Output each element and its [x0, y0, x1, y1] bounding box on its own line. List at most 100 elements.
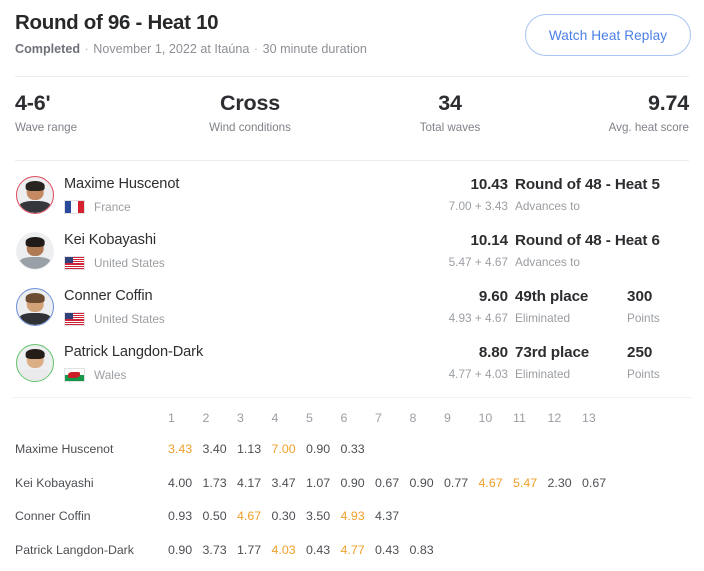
avatar-photo: [17, 233, 53, 269]
stat-wave-range: 4-6' Wave range: [15, 90, 155, 135]
wave-score-cell: 4.17: [237, 475, 262, 490]
flag-wales-icon: [64, 368, 85, 382]
avatar: [16, 176, 54, 214]
athlete-total-score: 10.14: [470, 232, 508, 249]
wave-row-athlete-name: Kei Kobayashi: [15, 475, 94, 490]
wave-score-cell: 7.00: [271, 442, 296, 456]
avatar-photo: [17, 345, 53, 381]
wave-score-cell: 0.50: [202, 509, 227, 523]
wave-row-athlete-name: Conner Coffin: [15, 509, 91, 523]
avatar: [16, 232, 54, 270]
wave-row-athlete-name: Patrick Langdon-Dark: [15, 542, 134, 557]
athlete-result-row[interactable]: Conner Coffin United States 9.60 4.93 + 4.6…: [0, 284, 704, 340]
heat-date: November 1, 2022 at Itaúna: [93, 42, 250, 56]
athlete-outcome-label: Eliminated: [515, 367, 571, 381]
stat-label: Avg. heat score: [608, 121, 689, 134]
wave-score-cell: 1.77: [237, 542, 262, 557]
wave-column-header: 2: [202, 411, 210, 425]
wave-score-cell: 1.73: [202, 475, 227, 490]
wave-score-cell: 4.67: [478, 475, 503, 490]
stat-label: Wave range: [15, 121, 78, 134]
avatar-photo: [17, 289, 53, 325]
wave-row-athlete-name: Maxime Huscenot: [15, 442, 114, 456]
wave-score-cell: 3.50: [306, 509, 331, 523]
wave-score-cell: 0.67: [582, 475, 607, 490]
stat-value: 4-6': [15, 91, 51, 115]
athlete-name: Patrick Langdon-Dark: [64, 344, 204, 360]
wave-score-cell: 4.37: [375, 509, 400, 523]
athlete-results-list: Maxime Huscenot France 10.43 7.00 + 3.43 Rou…: [0, 172, 704, 396]
wave-score-row: Conner Coffin 0.93 0.50 4.67 0.30 3.50 4.93 4.3…: [0, 503, 704, 537]
wave-score-cell: 0.90: [168, 542, 193, 557]
wave-score-cell: 5.47: [513, 475, 538, 490]
wave-score-cell: 0.90: [306, 442, 331, 456]
wave-score-row: Patrick Langdon-Dark 0.90 3.73 1.77 4.03 0.43…: [0, 537, 704, 571]
flag-usa-icon: [64, 312, 85, 326]
wave-score-cell: 4.00: [168, 475, 193, 490]
wave-score-cell: 4.03: [271, 542, 296, 557]
athlete-score-breakdown: 5.47 + 4.67: [448, 255, 508, 269]
wave-column-header: 4: [271, 411, 279, 425]
watch-heat-replay-button[interactable]: Watch Heat Replay: [525, 14, 691, 56]
wave-score-cell: 3.47: [271, 475, 296, 490]
athlete-score-breakdown: 7.00 + 3.43: [448, 199, 508, 213]
athlete-outcome: Round of 48 - Heat 6: [515, 232, 660, 249]
athlete-outcome-label: Advances to: [515, 199, 580, 213]
wave-score-cell: 0.77: [444, 475, 469, 490]
heat-stats-row: 4-6' Wave range Cross Wind conditions 34 Tota…: [0, 90, 704, 150]
athlete-country: United States: [64, 255, 165, 271]
athlete-result-row[interactable]: Maxime Huscenot France 10.43 7.00 + 3.43 Rou…: [0, 172, 704, 228]
athlete-outcome: 49th place: [515, 288, 589, 305]
athlete-result-row[interactable]: Kei Kobayashi United States 10.14 5.47 + 4.…: [0, 228, 704, 284]
wave-score-cell: 4.77: [340, 542, 365, 557]
wave-table-header-row: 1 2 3 4 5 6 7 8 9 10 11 12 13: [0, 410, 704, 436]
wave-column-header: 11: [513, 411, 526, 425]
stat-value: 34: [438, 91, 462, 115]
avatar-photo: [17, 177, 53, 213]
athlete-total-score: 10.43: [470, 176, 508, 193]
stat-wind-conditions: Cross Wind conditions: [170, 90, 330, 135]
wave-column-header: 6: [340, 411, 348, 425]
divider-header: [15, 76, 689, 77]
wave-column-header: 7: [375, 411, 382, 425]
athlete-points: 300: [627, 288, 653, 305]
wave-score-cell: 0.43: [375, 542, 400, 557]
stat-avg-heat-score: 9.74 Avg. heat score: [534, 90, 690, 135]
wave-score-row: Maxime Huscenot 3.43 3.40 1.13 7.00 0.90 0.33: [0, 436, 704, 470]
athlete-result-row[interactable]: Patrick Langdon-Dark Wales 8.80 4.77 + 4.03…: [0, 340, 704, 396]
meta-separator-2: ·: [253, 42, 259, 56]
wave-score-cell: 3.73: [202, 542, 227, 557]
stat-value: 9.74: [647, 91, 689, 115]
wave-score-cell: 4.93: [340, 509, 365, 523]
wave-score-cell: 0.43: [306, 542, 331, 557]
athlete-score-breakdown: 4.93 + 4.67: [448, 311, 508, 325]
wave-column-header: 1: [168, 411, 175, 425]
athlete-outcome-label: Eliminated: [515, 311, 571, 325]
country-name: Wales: [94, 367, 127, 382]
wave-score-cell: 4.67: [237, 509, 262, 523]
athlete-country: United States: [64, 311, 165, 327]
wave-scores-table: 1 2 3 4 5 6 7 8 9 10 11 12 13 Maxime Huscenot 3.43 3.4…: [0, 410, 704, 570]
status-badge: Completed: [15, 42, 81, 56]
athlete-outcome: Round of 48 - Heat 5: [515, 176, 660, 193]
wave-column-header: 13: [582, 411, 596, 425]
wave-score-cell: 0.90: [409, 475, 434, 490]
athlete-country: France: [64, 199, 131, 215]
meta-separator-1: ·: [84, 42, 89, 56]
stat-total-waves: 34 Total waves: [370, 90, 530, 135]
athlete-name: Conner Coffin: [64, 288, 153, 304]
athlete-outcome-label: Advances to: [515, 255, 580, 269]
athlete-points-label: Points: [627, 311, 660, 325]
wave-score-cell: 0.93: [168, 509, 193, 523]
wave-column-header: 3: [237, 411, 244, 425]
divider-stats: [15, 160, 689, 161]
heat-results-page: Round of 96 - Heat 10 Completed · Novemb…: [0, 0, 704, 571]
wave-score-row: Kei Kobayashi 4.00 1.73 4.17 3.47 1.07 0.90 0.6…: [0, 470, 704, 504]
athlete-name: Kei Kobayashi: [64, 232, 156, 248]
wave-column-header: 8: [409, 411, 417, 425]
stat-label: Wind conditions: [209, 121, 291, 134]
country-name: United States: [94, 311, 165, 326]
wave-score-cell: 3.43: [168, 442, 193, 456]
country-name: France: [94, 199, 131, 214]
athlete-points-label: Points: [627, 367, 660, 381]
